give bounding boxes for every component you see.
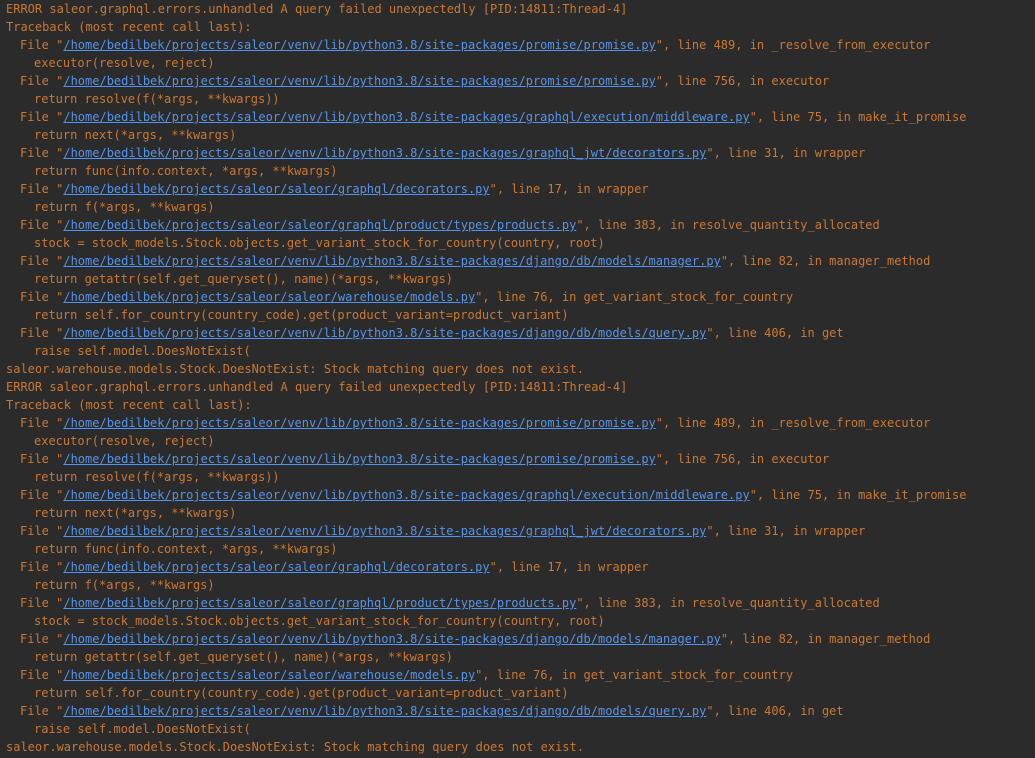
frame-code-line: return self.for_country(country_code).ge… [34,686,569,700]
traceback-frame: File "/home/bedilbek/projects/saleor/sal… [6,288,1035,306]
frame-code-line: executor(resolve, reject) [34,434,215,448]
file-path-link[interactable]: /home/bedilbek/projects/saleor/venv/lib/… [63,326,706,340]
frame-code-line: return self.for_country(country_code).ge… [34,308,569,322]
frame-code-line: return f(*args, **kwargs) [34,578,215,592]
frame-location: ", line 76, in get_variant_stock_for_cou… [475,290,794,304]
frame-code-line: return next(*args, **kwargs) [34,506,237,520]
frame-code-line: return getattr(self.get_queryset(), name… [34,272,454,286]
frame-location: ", line 17, in wrapper [489,560,649,574]
frame-prefix: File " [20,218,64,232]
traceback-frame: File "/home/bedilbek/projects/saleor/ven… [6,252,1035,270]
frame-prefix: File " [20,416,64,430]
traceback-frame: File "/home/bedilbek/projects/saleor/ven… [6,324,1035,342]
traceback-frame: File "/home/bedilbek/projects/saleor/ven… [6,522,1035,540]
frame-code-line: return next(*args, **kwargs) [34,128,237,142]
frame-prefix: File " [20,560,64,574]
frame-location: ", line 406, in get [706,704,844,718]
error-block: ERROR saleor.graphql.errors.unhandled A … [6,0,1035,378]
frame-code-line: return resolve(f(*args, **kwargs)) [34,470,280,484]
frame-code-line: return func(info.context, *args, **kwarg… [34,164,338,178]
frame-prefix: File " [20,290,64,304]
frame-location: ", line 756, in executor [655,452,830,466]
file-path-link[interactable]: /home/bedilbek/projects/saleor/venv/lib/… [63,254,720,268]
frame-location: ", line 756, in executor [655,74,830,88]
frame-prefix: File " [20,596,64,610]
exception-message: saleor.warehouse.models.Stock.DoesNotExi… [6,362,584,376]
traceback-frame: File "/home/bedilbek/projects/saleor/sal… [6,180,1035,198]
frame-location: ", line 406, in get [706,326,844,340]
error-block: ERROR saleor.graphql.errors.unhandled A … [6,378,1035,756]
frame-prefix: File " [20,38,64,52]
frame-prefix: File " [20,704,64,718]
frame-location: ", line 17, in wrapper [489,182,649,196]
frame-location: ", line 31, in wrapper [706,146,866,160]
frame-prefix: File " [20,524,64,538]
error-header: ERROR saleor.graphql.errors.unhandled A … [6,380,628,394]
file-path-link[interactable]: /home/bedilbek/projects/saleor/venv/lib/… [63,488,749,502]
frame-code-line: executor(resolve, reject) [34,56,215,70]
file-path-link[interactable]: /home/bedilbek/projects/saleor/saleor/gr… [63,596,576,610]
file-path-link[interactable]: /home/bedilbek/projects/saleor/venv/lib/… [63,146,706,160]
traceback-frame: File "/home/bedilbek/projects/saleor/ven… [6,450,1035,468]
frame-location: ", line 75, in make_it_promise [749,110,967,124]
file-path-link[interactable]: /home/bedilbek/projects/saleor/venv/lib/… [63,704,706,718]
frame-location: ", line 383, in resolve_quantity_allocat… [576,218,880,232]
frame-prefix: File " [20,182,64,196]
frame-code-line: stock = stock_models.Stock.objects.get_v… [34,614,605,628]
traceback-frame: File "/home/bedilbek/projects/saleor/ven… [6,144,1035,162]
frame-code-line: return getattr(self.get_queryset(), name… [34,650,454,664]
traceback-frame: File "/home/bedilbek/projects/saleor/ven… [6,414,1035,432]
frame-location: ", line 489, in _resolve_from_executor [655,38,931,52]
file-path-link[interactable]: /home/bedilbek/projects/saleor/venv/lib/… [63,110,749,124]
frame-code-line: raise self.model.DoesNotExist( [34,344,251,358]
frame-prefix: File " [20,488,64,502]
frame-code-line: return f(*args, **kwargs) [34,200,215,214]
file-path-link[interactable]: /home/bedilbek/projects/saleor/saleor/gr… [63,560,489,574]
frame-location: ", line 489, in _resolve_from_executor [655,416,931,430]
console-output: ERROR saleor.graphql.errors.unhandled A … [0,0,1035,758]
frame-prefix: File " [20,146,64,160]
traceback-frame: File "/home/bedilbek/projects/saleor/ven… [6,702,1035,720]
file-path-link[interactable]: /home/bedilbek/projects/saleor/saleor/gr… [63,182,489,196]
traceback-frame: File "/home/bedilbek/projects/saleor/ven… [6,486,1035,504]
file-path-link[interactable]: /home/bedilbek/projects/saleor/venv/lib/… [63,38,655,52]
traceback-frame: File "/home/bedilbek/projects/saleor/sal… [6,594,1035,612]
file-path-link[interactable]: /home/bedilbek/projects/saleor/venv/lib/… [63,452,655,466]
file-path-link[interactable]: /home/bedilbek/projects/saleor/venv/lib/… [63,74,655,88]
file-path-link[interactable]: /home/bedilbek/projects/saleor/saleor/wa… [63,290,475,304]
frame-location: ", line 82, in manager_method [720,632,931,646]
file-path-link[interactable]: /home/bedilbek/projects/saleor/saleor/gr… [63,218,576,232]
exception-message: saleor.warehouse.models.Stock.DoesNotExi… [6,740,584,754]
frame-location: ", line 383, in resolve_quantity_allocat… [576,596,880,610]
frame-location: ", line 76, in get_variant_stock_for_cou… [475,668,794,682]
traceback-frame: File "/home/bedilbek/projects/saleor/ven… [6,72,1035,90]
frame-code-line: return func(info.context, *args, **kwarg… [34,542,338,556]
traceback-frame: File "/home/bedilbek/projects/saleor/ven… [6,108,1035,126]
frame-location: ", line 82, in manager_method [720,254,931,268]
frame-code-line: stock = stock_models.Stock.objects.get_v… [34,236,605,250]
frame-location: ", line 31, in wrapper [706,524,866,538]
frame-prefix: File " [20,254,64,268]
traceback-label: Traceback (most recent call last): [6,398,252,412]
file-path-link[interactable]: /home/bedilbek/projects/saleor/saleor/wa… [63,668,475,682]
traceback-frame: File "/home/bedilbek/projects/saleor/ven… [6,36,1035,54]
frame-prefix: File " [20,452,64,466]
frame-location: ", line 75, in make_it_promise [749,488,967,502]
error-header: ERROR saleor.graphql.errors.unhandled A … [6,2,628,16]
traceback-label: Traceback (most recent call last): [6,20,252,34]
frame-prefix: File " [20,110,64,124]
frame-code-line: raise self.model.DoesNotExist( [34,722,251,736]
frame-prefix: File " [20,668,64,682]
traceback-frame: File "/home/bedilbek/projects/saleor/ven… [6,630,1035,648]
frame-prefix: File " [20,74,64,88]
frame-prefix: File " [20,326,64,340]
file-path-link[interactable]: /home/bedilbek/projects/saleor/venv/lib/… [63,524,706,538]
frame-code-line: return resolve(f(*args, **kwargs)) [34,92,280,106]
frame-prefix: File " [20,632,64,646]
traceback-frame: File "/home/bedilbek/projects/saleor/sal… [6,666,1035,684]
traceback-frame: File "/home/bedilbek/projects/saleor/sal… [6,558,1035,576]
file-path-link[interactable]: /home/bedilbek/projects/saleor/venv/lib/… [63,416,655,430]
traceback-frame: File "/home/bedilbek/projects/saleor/sal… [6,216,1035,234]
file-path-link[interactable]: /home/bedilbek/projects/saleor/venv/lib/… [63,632,720,646]
